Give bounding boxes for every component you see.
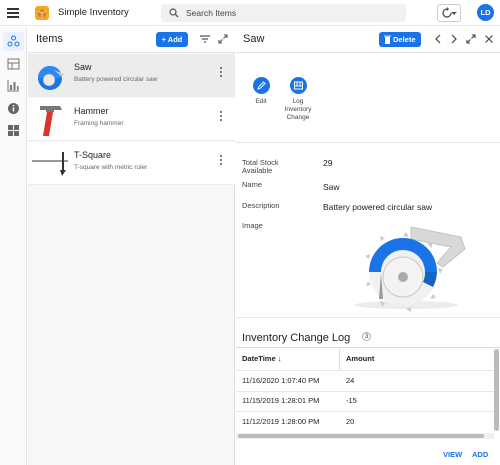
search-input[interactable]: Search Items: [186, 8, 236, 18]
close-icon[interactable]: [484, 34, 494, 44]
chevron-down-icon[interactable]: [447, 5, 461, 21]
divider: [236, 142, 500, 143]
log-cell-amount: -15: [346, 396, 357, 405]
more-icon[interactable]: [220, 111, 224, 123]
delete-button[interactable]: Delete: [379, 32, 421, 47]
item-name: Hammer: [74, 106, 109, 116]
detail-title: Saw: [243, 33, 265, 45]
log-inventory-change-action[interactable]: Log Inventory Change: [280, 77, 316, 122]
search-box[interactable]: Search Items: [161, 4, 406, 22]
log-count-badge: 3: [362, 332, 371, 341]
edit-action[interactable]: Edit: [243, 77, 279, 106]
avatar[interactable]: LD: [477, 4, 494, 21]
grid-nav-icon[interactable]: [7, 124, 20, 137]
plus-icon: +: [161, 35, 166, 44]
total-stock-label: Total Stock Available: [242, 158, 279, 175]
log-title: Inventory Change Log: [242, 332, 351, 344]
expand-icon[interactable]: [466, 34, 476, 44]
name-label: Name: [242, 180, 263, 189]
item-name: Saw: [74, 62, 92, 72]
name-value: Saw: [323, 182, 340, 192]
sort-desc-icon: ↓: [277, 354, 282, 363]
nav-item-items[interactable]: [3, 32, 24, 51]
divider: [236, 317, 500, 318]
saw-thumbnail: [38, 66, 64, 90]
add-item-button[interactable]: + Add: [156, 32, 188, 47]
edit-button[interactable]: [252, 77, 270, 94]
log-inventory-change-label: Log Inventory Change: [284, 98, 312, 121]
row-divider: [236, 370, 494, 371]
inventory-nav-icon[interactable]: [7, 57, 20, 70]
log-table: DateTime ↓ Amount 11/16/2020 1:07:40 PM …: [236, 347, 500, 439]
log-cell-amount: 24: [346, 376, 355, 385]
image-label: Image: [242, 221, 263, 230]
add-item-label: Add: [167, 35, 183, 44]
detail-panel: Saw Delete Edit Log Inventory Change Tot…: [236, 27, 500, 465]
datetime-column-header[interactable]: DateTime ↓: [242, 348, 281, 370]
left-nav: [0, 27, 27, 465]
log-inventory-change-button[interactable]: [289, 77, 307, 94]
item-name: T-Square: [74, 150, 112, 160]
more-icon[interactable]: [220, 155, 224, 167]
description-value: Battery powered circular saw: [323, 202, 433, 212]
items-nav-icon: [7, 35, 20, 47]
items-panel-title: Items: [36, 33, 63, 45]
vertical-scrollbar[interactable]: [494, 349, 499, 431]
chevron-left-icon[interactable]: [434, 34, 442, 44]
view-button[interactable]: VIEW: [443, 450, 462, 459]
expand-icon[interactable]: [218, 34, 228, 44]
log-cell-datetime: 11/12/2019 1:28:00 PM: [242, 417, 320, 426]
list-item[interactable]: Hammer Framing hammer: [28, 98, 235, 141]
chart-nav-icon[interactable]: [7, 79, 20, 92]
t-square-thumbnail: [32, 152, 68, 176]
delete-label: Delete: [393, 35, 416, 44]
more-icon[interactable]: [220, 67, 224, 79]
row-divider: [236, 411, 494, 412]
list-item[interactable]: Saw Battery powered circular saw: [28, 54, 235, 97]
total-stock-value: 29: [323, 158, 333, 168]
app-logo-icon: [35, 6, 49, 20]
description-label: Description: [242, 201, 280, 210]
amount-column-header[interactable]: Amount: [346, 348, 374, 370]
item-description: Battery powered circular saw: [74, 76, 158, 83]
list-item[interactable]: T-Square T-square with metric ruler: [28, 142, 235, 185]
detail-header: Saw Delete: [236, 27, 500, 53]
menu-icon[interactable]: [7, 8, 19, 18]
edit-label: Edit: [255, 98, 267, 105]
inventory-log-icon: [293, 81, 303, 90]
top-bar: Simple Inventory Search Items LD: [0, 0, 500, 26]
app-title: Simple Inventory: [58, 7, 129, 18]
items-panel: Items + Add Saw Battery powered circular…: [28, 27, 235, 465]
chevron-right-icon[interactable]: [450, 34, 458, 44]
trash-icon: [384, 35, 391, 44]
log-cell-datetime: 11/15/2019 1:28:01 PM: [242, 396, 320, 405]
horizontal-scrollbar[interactable]: [236, 433, 494, 439]
items-panel-header: Items + Add: [28, 27, 235, 53]
saw-image: [354, 226, 466, 312]
search-icon: [169, 8, 179, 18]
hammer-thumbnail: [40, 106, 62, 136]
row-divider: [236, 391, 494, 392]
pencil-icon: [256, 81, 266, 90]
item-description: Framing hammer: [74, 120, 124, 127]
info-nav-icon[interactable]: [7, 102, 20, 115]
filter-icon[interactable]: [200, 35, 210, 43]
column-divider: [339, 348, 340, 370]
add-log-button[interactable]: ADD: [472, 450, 488, 459]
log-cell-amount: 20: [346, 417, 355, 426]
item-description: T-square with metric ruler: [74, 164, 148, 171]
log-cell-datetime: 11/16/2020 1:07:40 PM: [242, 376, 320, 385]
